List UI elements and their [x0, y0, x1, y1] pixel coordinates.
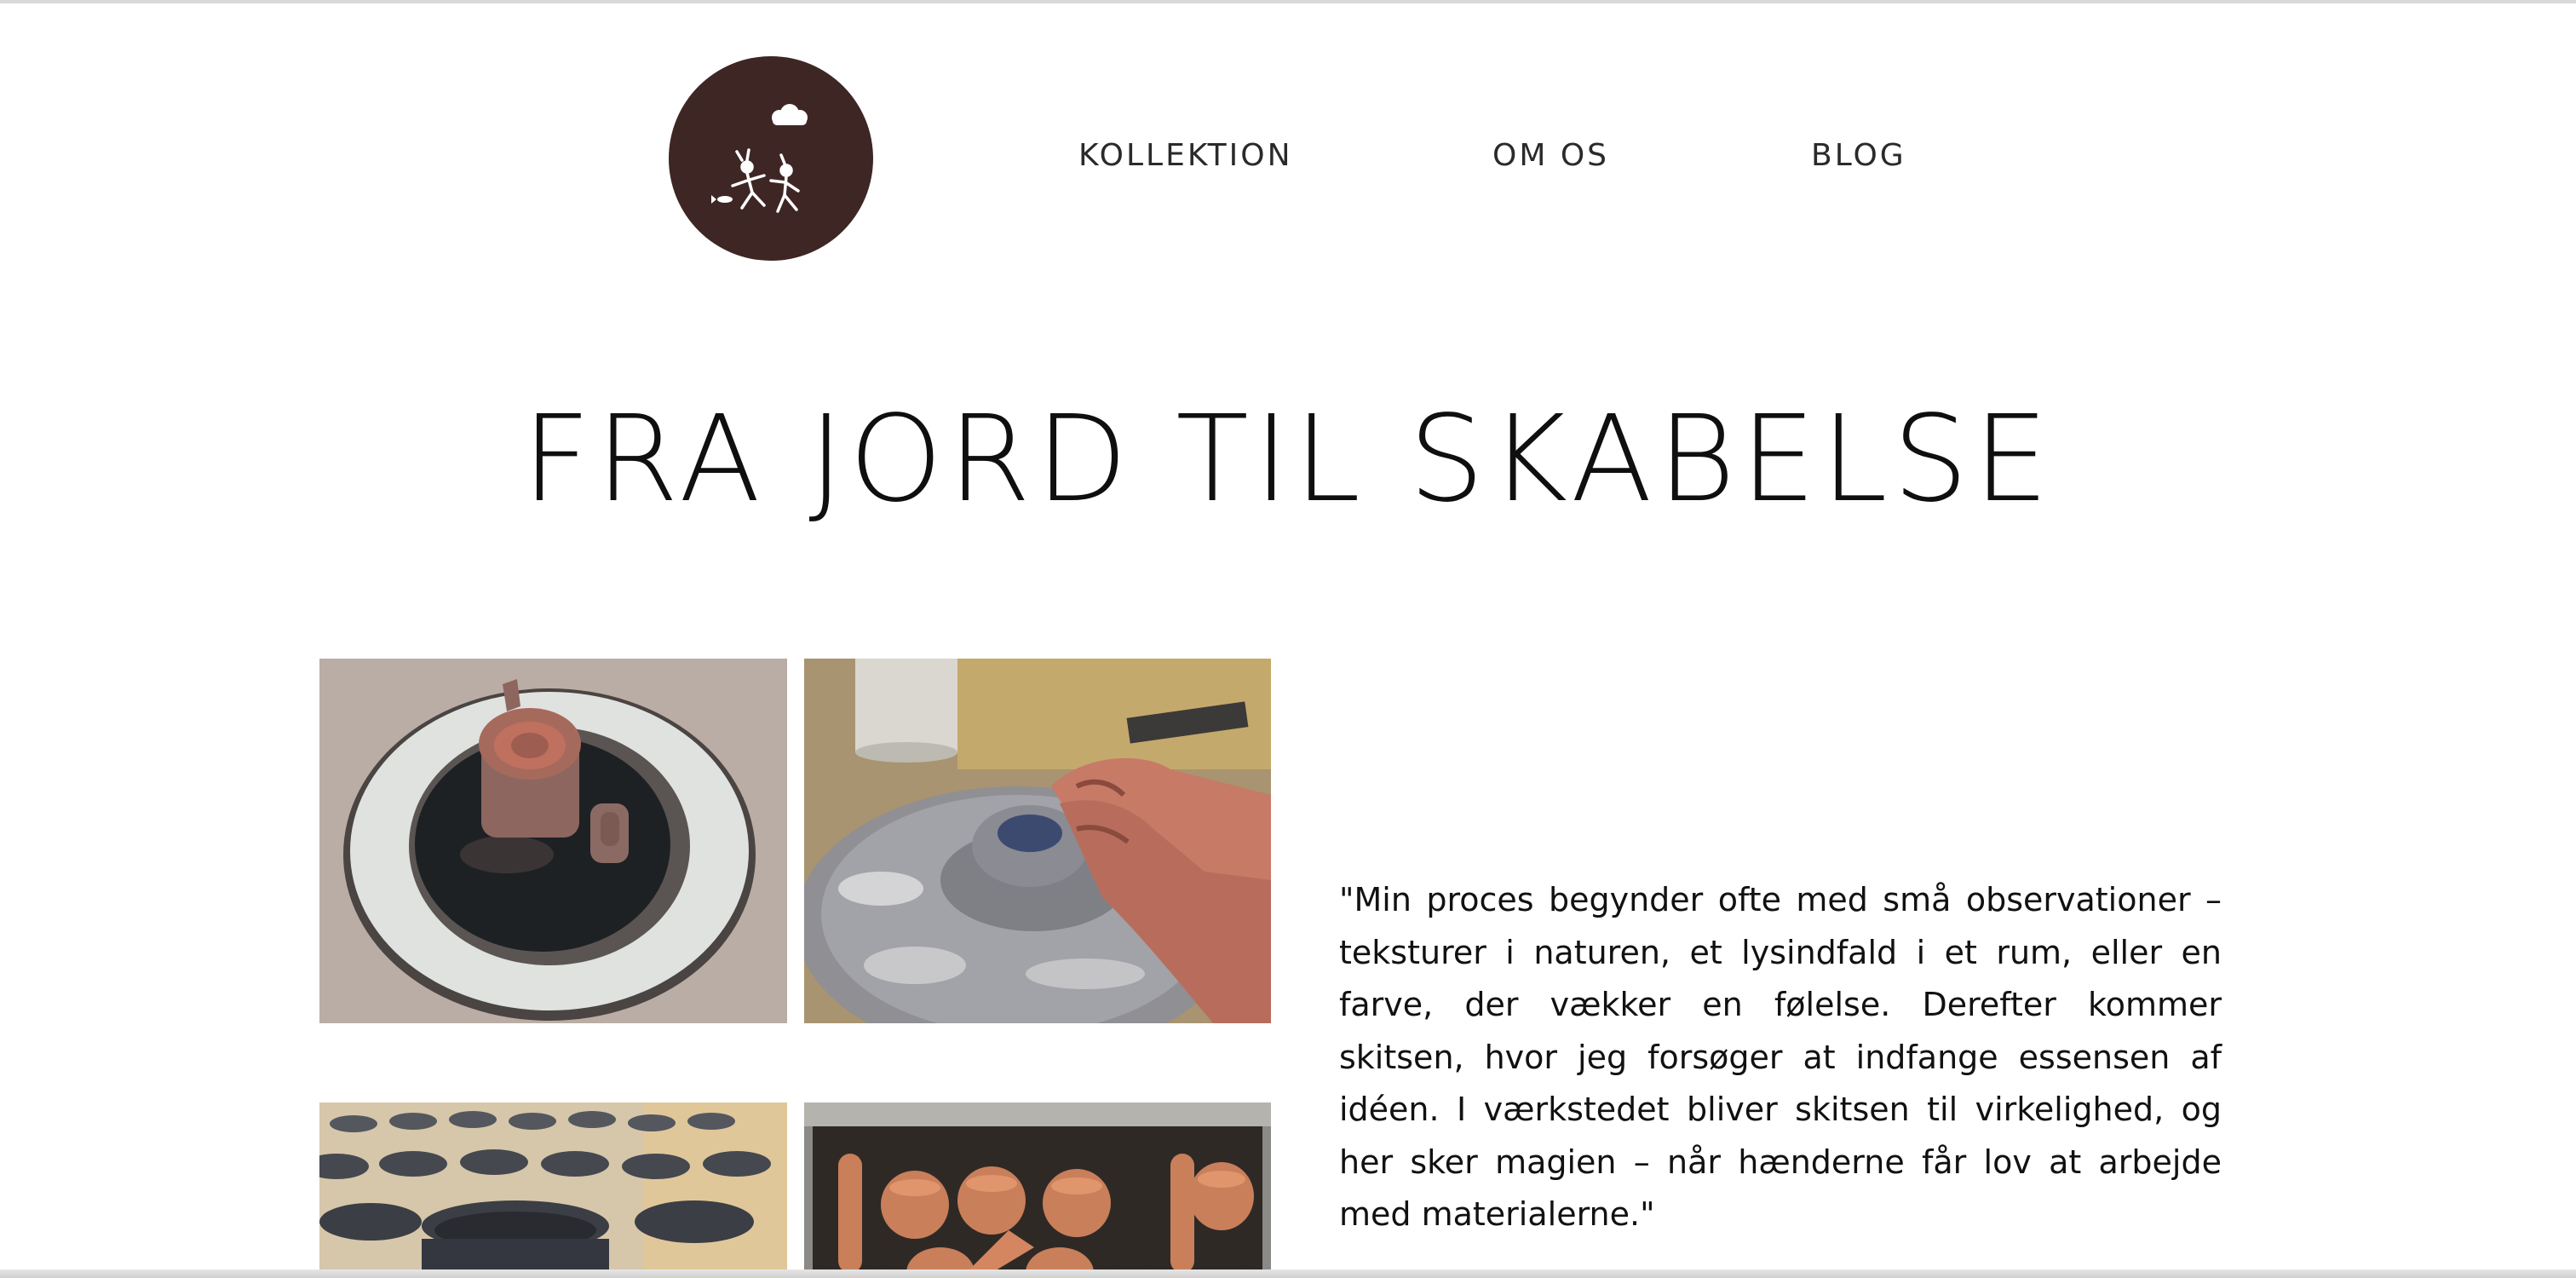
quote-text: "Min proces begynder ofte med små observ… [1339, 881, 2222, 1233]
bowls-rows-photo-icon [319, 1102, 787, 1273]
logo[interactable] [669, 56, 873, 261]
gallery-photo-terracotta[interactable] [804, 1102, 1271, 1273]
gallery-photo-pottery-wheel[interactable] [804, 659, 1271, 1023]
terracotta-pots-tray-photo-icon [804, 1102, 1271, 1273]
page-title: FRA JORD TIL SKABELSE [521, 390, 2055, 529]
pottery-wheel-hands-photo-icon [804, 659, 1271, 1023]
nav-item-blog[interactable]: BLOG [1811, 138, 1906, 173]
top-border [0, 0, 2576, 3]
nav-item-kollektion[interactable]: KOLLEKTION [1078, 138, 1293, 173]
gallery-photo-teapot[interactable] [319, 659, 787, 1023]
logo-figures-icon [711, 104, 808, 213]
ceramic-teapot-photo-icon [319, 659, 787, 1023]
gallery-photo-bowls[interactable] [319, 1102, 787, 1273]
nav-item-om-os[interactable]: OM OS [1492, 138, 1609, 173]
bottom-border [0, 1269, 2576, 1278]
